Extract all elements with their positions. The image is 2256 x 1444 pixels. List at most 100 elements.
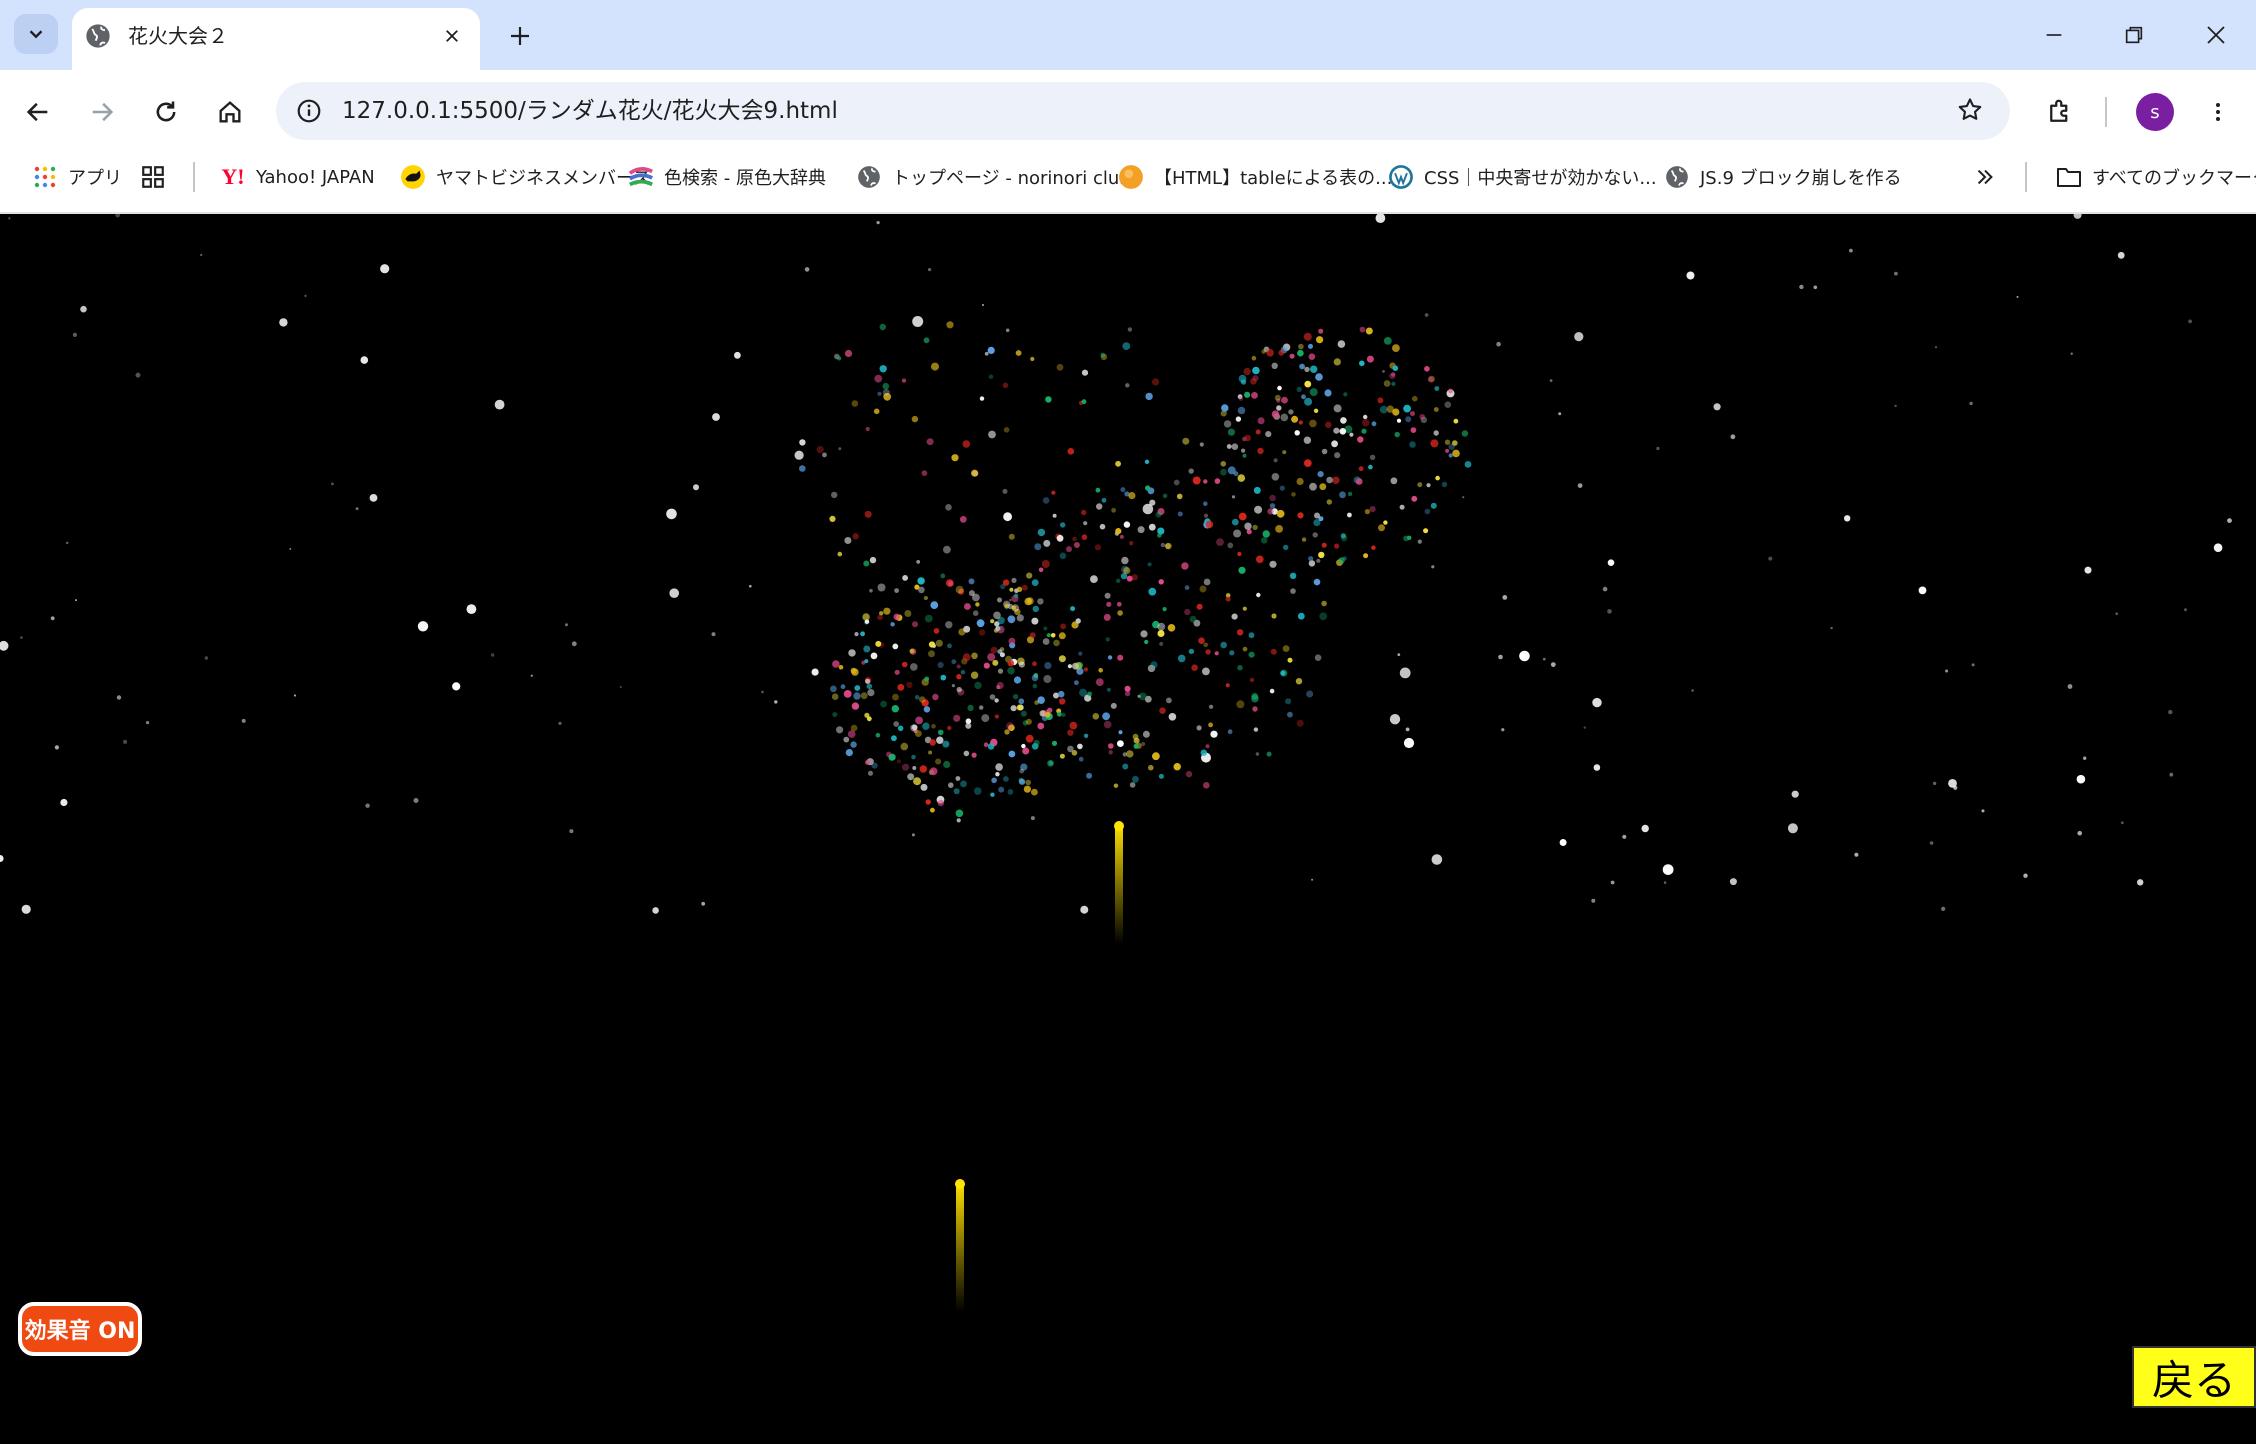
firework-spark bbox=[1220, 461, 1227, 467]
bookmark-label: 色検索 - 原色大辞典 bbox=[664, 168, 826, 189]
forward-nav-button[interactable] bbox=[80, 90, 124, 134]
firework-spark bbox=[1391, 381, 1396, 386]
firework-spark bbox=[951, 659, 957, 665]
bookmark-overflow-button[interactable] bbox=[1972, 160, 1998, 194]
firework-spark bbox=[930, 807, 935, 813]
star-dot bbox=[1787, 823, 1798, 834]
profile-avatar[interactable]: s bbox=[2136, 93, 2174, 131]
star-dot bbox=[712, 413, 720, 421]
firework-spark bbox=[896, 759, 901, 764]
minimize-button[interactable] bbox=[2026, 10, 2082, 60]
firework-spark bbox=[866, 716, 872, 722]
tab-search-button[interactable] bbox=[14, 14, 58, 54]
firework-spark bbox=[1383, 520, 1388, 525]
firework-spark bbox=[848, 649, 856, 657]
reload-button[interactable] bbox=[144, 90, 188, 134]
bookmark-yamato[interactable]: ヤマトビジネスメンバーズ bbox=[400, 160, 651, 194]
firework-spark bbox=[1321, 448, 1328, 455]
firework-spark bbox=[1150, 661, 1158, 669]
firework-spark bbox=[860, 631, 865, 637]
back-nav-button[interactable] bbox=[16, 90, 60, 134]
restore-button[interactable] bbox=[2106, 10, 2162, 60]
firework-spark bbox=[1006, 722, 1014, 730]
firework-spark bbox=[1238, 396, 1244, 401]
close-window-button[interactable] bbox=[2188, 10, 2244, 60]
firework-spark bbox=[1257, 447, 1264, 455]
firework-spark bbox=[886, 751, 892, 757]
firework-spark bbox=[1012, 694, 1019, 700]
new-tab-button[interactable] bbox=[500, 16, 540, 56]
firework-spark bbox=[1276, 405, 1282, 411]
firework-spark bbox=[1176, 493, 1183, 500]
firework-spark bbox=[1031, 674, 1039, 682]
firework-spark bbox=[962, 440, 971, 448]
star-dot bbox=[1081, 369, 1089, 376]
sound-toggle-button[interactable]: 効果音 ON bbox=[18, 1302, 142, 1356]
firework-spark bbox=[947, 725, 952, 731]
firework-spark bbox=[1033, 739, 1040, 747]
firework-spark bbox=[1448, 388, 1453, 394]
double-chevron-right-icon bbox=[1972, 164, 1998, 190]
rocket-trail bbox=[1115, 824, 1123, 944]
bookmark-html-table[interactable]: 【HTML】tableによる表の... bbox=[1118, 160, 1392, 194]
firework-spark bbox=[937, 661, 944, 669]
firework-spark bbox=[1168, 713, 1177, 721]
bookmark-css-center[interactable]: CSS｜中央寄せが効かない... bbox=[1388, 160, 1657, 194]
firework-spark bbox=[1313, 519, 1321, 527]
firework-spark bbox=[1390, 477, 1398, 485]
fireworks-canvas[interactable] bbox=[0, 214, 2256, 1444]
bookmark-all[interactable]: すべてのブックマーク bbox=[2056, 160, 2256, 194]
bookmark-apps[interactable]: アプリ bbox=[32, 160, 122, 194]
firework-spark bbox=[1196, 725, 1202, 731]
bookmark-color-dictionary[interactable]: 色検索 - 原色大辞典 bbox=[628, 160, 826, 194]
extensions-button[interactable] bbox=[2038, 90, 2082, 134]
star-dot bbox=[293, 694, 297, 697]
firework-spark bbox=[914, 584, 920, 590]
firework-spark bbox=[1147, 562, 1152, 567]
firework-spark bbox=[1371, 421, 1377, 427]
color-dictionary-icon bbox=[628, 164, 654, 190]
bookmark-divider bbox=[2025, 162, 2027, 192]
firework-spark bbox=[1071, 750, 1078, 756]
firework-spark bbox=[1290, 588, 1296, 594]
star-dot bbox=[1159, 641, 1164, 646]
firework-spark bbox=[1308, 353, 1316, 360]
firework-spark bbox=[1104, 592, 1111, 599]
firework-spark bbox=[1248, 632, 1255, 639]
firework-spark bbox=[1124, 690, 1131, 697]
firework-spark bbox=[1383, 380, 1391, 387]
bookmark-norinori[interactable]: トップページ - norinori club bbox=[856, 160, 1131, 194]
star-dot bbox=[794, 450, 804, 460]
browser-menu-button[interactable] bbox=[2198, 92, 2238, 132]
bookmark-star-button[interactable] bbox=[1950, 90, 1990, 130]
firework-spark bbox=[1059, 552, 1067, 560]
site-info-button[interactable] bbox=[290, 92, 328, 130]
home-button[interactable] bbox=[208, 90, 252, 134]
star-dot bbox=[565, 623, 568, 627]
firework-spark bbox=[1257, 417, 1265, 425]
firework-spark bbox=[1155, 511, 1162, 518]
firework-spark bbox=[1032, 605, 1040, 613]
star-dot bbox=[1577, 483, 1583, 488]
firework-spark bbox=[1117, 654, 1124, 661]
bookmark-yahoo[interactable]: Y! Yahoo! JAPAN bbox=[220, 160, 374, 194]
firework-spark bbox=[1225, 683, 1230, 688]
firework-spark bbox=[1216, 538, 1224, 546]
firework-spark bbox=[874, 374, 883, 383]
firework-spark bbox=[1070, 606, 1076, 612]
firework-spark bbox=[851, 400, 859, 407]
firework-spark bbox=[1273, 458, 1278, 463]
firework-spark bbox=[854, 685, 861, 691]
firework-spark bbox=[1023, 785, 1031, 793]
firework-spark bbox=[1318, 328, 1324, 334]
firework-spark bbox=[1304, 397, 1313, 406]
bookmark-tab-groups[interactable] bbox=[140, 160, 166, 194]
tab-close-button[interactable] bbox=[436, 20, 468, 52]
address-url[interactable]: 127.0.0.1:5500/ランダム花火/花火大会9.html bbox=[342, 94, 838, 128]
back-button[interactable]: 戻る bbox=[2132, 1346, 2256, 1408]
firework-spark bbox=[1349, 432, 1354, 437]
firework-spark bbox=[1007, 789, 1014, 795]
bookmark-js-block[interactable]: JS.9 ブロック崩しを作る bbox=[1664, 160, 1902, 194]
firework-spark bbox=[1339, 491, 1346, 499]
firework-spark bbox=[1120, 487, 1126, 493]
